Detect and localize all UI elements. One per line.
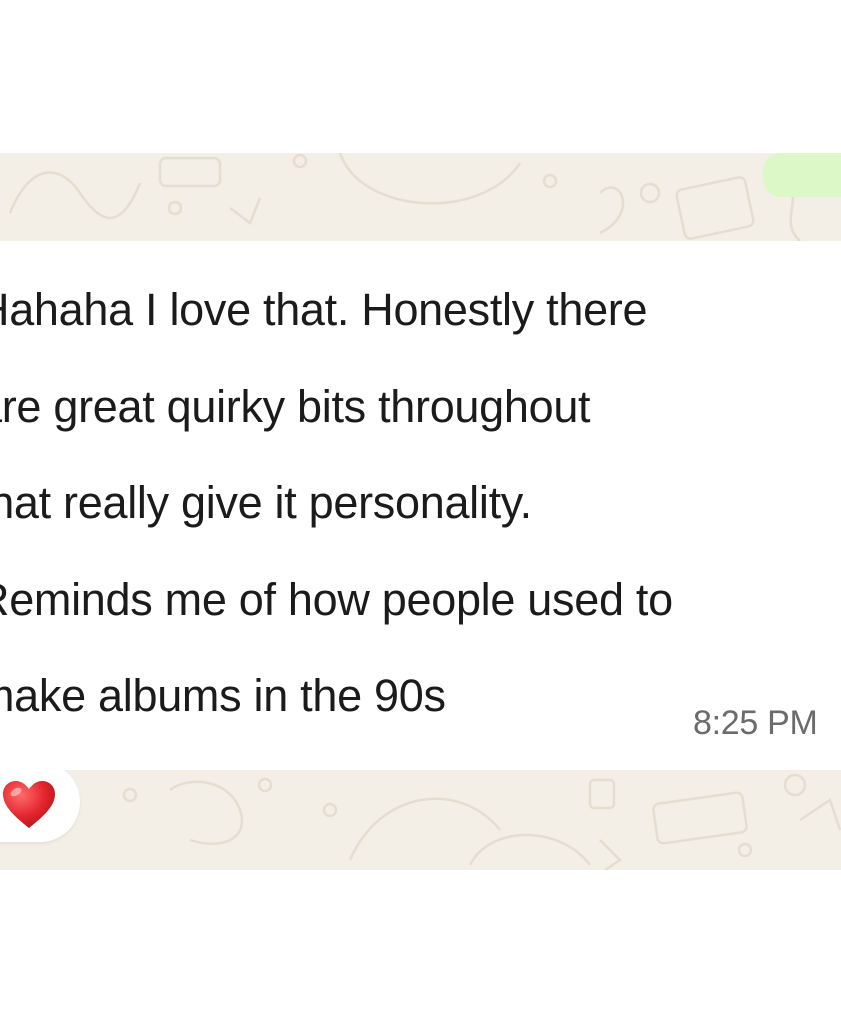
message-timestamp: 8:25 PM (693, 704, 818, 742)
wallpaper-doodles (122, 773, 841, 870)
chat-wallpaper-top (0, 153, 841, 241)
chat-screen: Hahaha I love that. Honestly there are g… (0, 0, 841, 1024)
outgoing-message-bubble-edge[interactable] (763, 153, 841, 197)
chat-wallpaper-bottom (0, 770, 841, 870)
red-heart-icon (3, 781, 55, 828)
message-text: Hahaha I love that. Honestly there are g… (0, 284, 673, 721)
wallpaper-doodles (8, 153, 801, 241)
